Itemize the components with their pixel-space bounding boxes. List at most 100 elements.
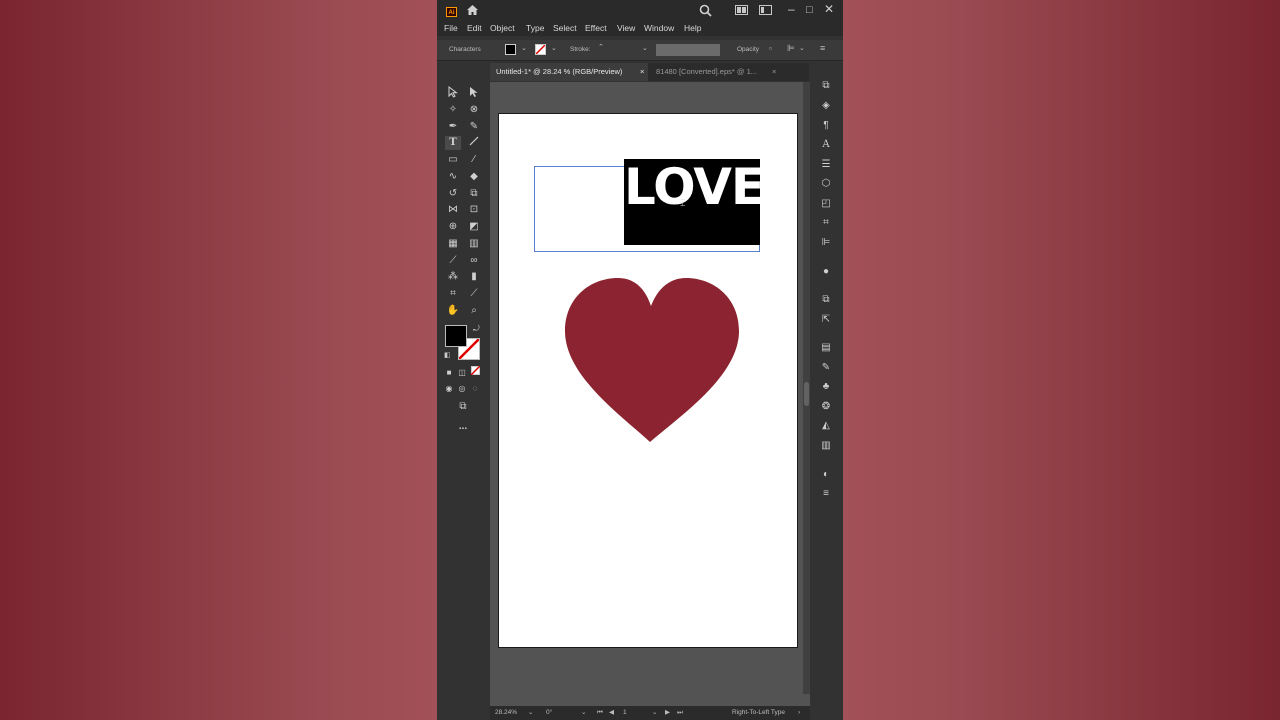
maximize-icon[interactable]: □ xyxy=(806,3,813,17)
width-tool-icon[interactable]: ⋈ xyxy=(445,203,461,217)
first-artboard-icon[interactable]: ⏮ xyxy=(597,708,603,718)
fill-color-swatch[interactable] xyxy=(445,325,467,347)
brushes-icon[interactable]: ✎ xyxy=(819,361,833,375)
mesh-tool-icon[interactable]: ▦ xyxy=(445,237,461,251)
panel-label[interactable]: Characters xyxy=(449,46,481,53)
chevron-down-icon[interactable]: ⌄ xyxy=(799,44,805,52)
graphic-styles-icon[interactable]: ❂ xyxy=(819,400,833,414)
chevron-down-icon[interactable]: ⌄ xyxy=(652,708,657,718)
menu-help[interactable]: Help xyxy=(684,23,701,33)
appearance-icon[interactable]: ● xyxy=(819,265,833,279)
draw-behind-icon[interactable]: ◎ xyxy=(457,382,467,396)
transparency-icon[interactable]: ◐ xyxy=(819,468,833,482)
lasso-tool-icon[interactable]: ⊗ xyxy=(466,103,482,117)
canvas-area[interactable]: LOVE ⌶ xyxy=(490,82,810,706)
artboard-number[interactable]: 1 xyxy=(623,708,627,718)
align-icon[interactable]: ⊫ xyxy=(787,43,795,54)
menu-icon[interactable]: ≡ xyxy=(819,487,833,501)
free-transform-tool-icon[interactable]: ⊡ xyxy=(466,203,482,217)
character-icon[interactable]: A xyxy=(819,138,833,152)
properties-icon[interactable]: ⧉ xyxy=(819,79,833,93)
stroke-swatch[interactable] xyxy=(535,44,546,55)
vertical-scrollbar[interactable] xyxy=(803,82,810,694)
eraser-tool-icon[interactable]: ◆ xyxy=(466,170,482,184)
love-text[interactable]: LOVE xyxy=(624,159,765,215)
gradient-mode-icon[interactable]: ◫ xyxy=(457,366,467,380)
chevron-down-icon[interactable]: ⌄ xyxy=(521,44,527,52)
workspace-icon[interactable] xyxy=(759,4,772,18)
love-text-block[interactable]: LOVE ⌶ xyxy=(624,159,765,245)
selection-tool-icon[interactable] xyxy=(445,85,461,100)
slice-tool-icon[interactable]: ⟋ xyxy=(466,287,482,301)
close-icon[interactable]: × xyxy=(640,63,644,81)
blend-tool-icon[interactable]: ∞ xyxy=(466,254,482,268)
close-icon[interactable]: × xyxy=(772,63,776,81)
draw-normal-icon[interactable]: ◉ xyxy=(444,382,454,396)
type-tool-icon[interactable]: T xyxy=(445,136,461,150)
artboards-icon[interactable]: ⧉ xyxy=(819,293,833,307)
chevron-down-icon[interactable]: ⌄ xyxy=(551,44,557,52)
shape-builder-tool-icon[interactable]: ⊕ xyxy=(445,220,461,234)
arrange-documents-icon[interactable] xyxy=(735,4,748,18)
search-icon[interactable] xyxy=(699,4,712,20)
symbols-icon[interactable]: ♣ xyxy=(819,380,833,394)
menu-effect[interactable]: Effect xyxy=(585,23,607,33)
panel-menu-icon[interactable]: ≡ xyxy=(820,43,825,53)
chevron-down-icon[interactable]: ⌄ xyxy=(528,708,533,718)
perspective-grid-tool-icon[interactable]: ◩ xyxy=(466,220,482,234)
rectangle-tool-icon[interactable]: ▭ xyxy=(445,153,461,167)
shaper-tool-icon[interactable]: ∿ xyxy=(445,170,461,184)
prev-artboard-icon[interactable]: ◀ xyxy=(609,708,614,718)
default-colors-icon[interactable]: ◧ xyxy=(444,351,451,359)
column-graph-tool-icon[interactable]: ▮ xyxy=(466,270,482,284)
last-artboard-icon[interactable]: ⏭ xyxy=(677,708,683,718)
zoom-level[interactable]: 28.24% xyxy=(495,708,517,718)
stroke-panel-icon[interactable]: ◭ xyxy=(819,419,833,433)
eyedropper-tool-icon[interactable]: ⟋ xyxy=(445,254,461,268)
stepper-icon[interactable]: ⌃ xyxy=(598,43,604,51)
gradient-panel-icon[interactable]: ▥ xyxy=(819,439,833,453)
artboard-tool-icon[interactable]: ⌗ xyxy=(445,287,461,301)
scale-tool-icon[interactable]: ⧉ xyxy=(466,187,482,201)
color-mode-icon[interactable]: ■ xyxy=(444,366,454,380)
rotate-tool-icon[interactable]: ↺ xyxy=(445,187,461,201)
gradient-tool-icon[interactable]: ▥ xyxy=(466,237,482,251)
swap-fill-stroke-icon[interactable]: ⤾ xyxy=(473,324,480,334)
fill-swatch[interactable] xyxy=(505,44,516,55)
export-icon[interactable]: ⇱ xyxy=(819,313,833,327)
opacity-label[interactable]: Opacity xyxy=(737,46,759,53)
pathfinder-icon[interactable]: ◰ xyxy=(819,197,833,211)
tab-81480-converted[interactable]: 81480 [Converted].eps* @ 1... × xyxy=(650,63,780,81)
style-icon[interactable]: ▫ xyxy=(769,44,772,53)
chevron-right-icon[interactable]: › xyxy=(798,708,800,718)
libraries-icon[interactable]: ▤ xyxy=(819,341,833,355)
opentype-icon[interactable]: ☰ xyxy=(819,158,833,172)
transform-icon[interactable]: ⌗ xyxy=(819,216,833,230)
paragraph-icon[interactable]: ¶ xyxy=(819,119,833,133)
menu-select[interactable]: Select xyxy=(553,23,577,33)
chevron-down-icon[interactable]: ⌄ xyxy=(581,708,586,718)
chevron-down-icon[interactable]: ⌄ xyxy=(642,44,648,52)
line-segment-tool-icon[interactable] xyxy=(466,136,482,150)
menu-file[interactable]: File xyxy=(444,23,458,33)
artboard[interactable]: LOVE ⌶ xyxy=(498,113,798,648)
pen-tool-icon[interactable]: ✒ xyxy=(445,120,461,134)
menu-type[interactable]: Type xyxy=(526,23,544,33)
symbol-sprayer-tool-icon[interactable]: ⁂ xyxy=(445,270,461,284)
edit-toolbar-icon[interactable]: ... xyxy=(455,420,471,434)
variable-width-profile[interactable] xyxy=(656,44,720,56)
home-icon[interactable] xyxy=(466,4,479,19)
close-icon[interactable]: ✕ xyxy=(824,2,834,16)
menu-edit[interactable]: Edit xyxy=(467,23,482,33)
draw-inside-icon[interactable]: ◌ xyxy=(470,382,480,396)
curvature-tool-icon[interactable]: ✎ xyxy=(466,120,482,134)
paintbrush-tool-icon[interactable]: ⁄ xyxy=(466,153,482,167)
minimize-icon[interactable]: – xyxy=(788,2,795,16)
scrollbar-thumb[interactable] xyxy=(804,382,809,406)
tab-untitled-1[interactable]: Untitled-1* @ 28.24 % (RGB/Preview) × xyxy=(490,63,648,81)
rotation-field[interactable]: 0° xyxy=(546,708,552,718)
align-panel-icon[interactable]: ⊫ xyxy=(819,236,833,250)
direct-selection-tool-icon[interactable] xyxy=(466,86,482,100)
zoom-tool-icon[interactable]: ⌕ xyxy=(466,304,482,318)
3d-icon[interactable]: ⬡ xyxy=(819,177,833,191)
